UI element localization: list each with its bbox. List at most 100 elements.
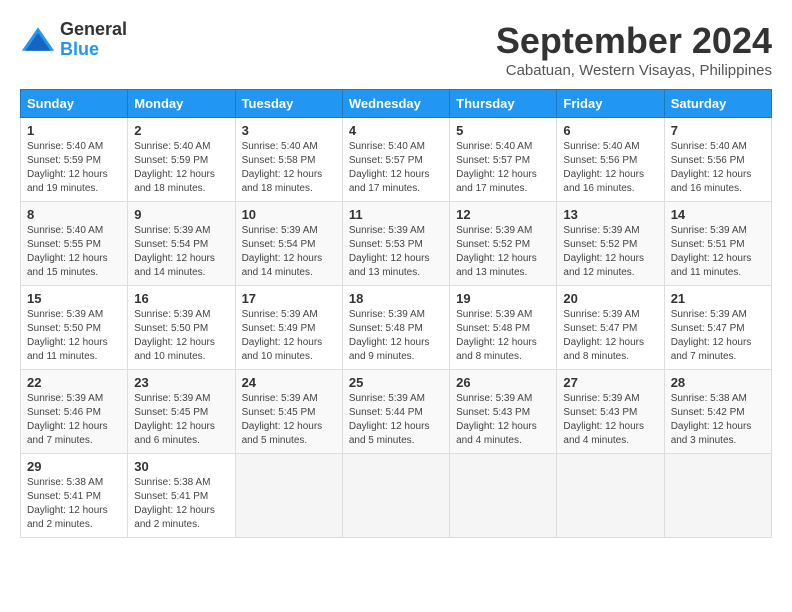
day-number: 15 (27, 291, 121, 306)
header-row: SundayMondayTuesdayWednesdayThursdayFrid… (21, 90, 772, 118)
day-info: Sunrise: 5:38 AM Sunset: 5:41 PM Dayligh… (27, 476, 121, 532)
day-number: 16 (134, 291, 228, 306)
day-info: Sunrise: 5:39 AM Sunset: 5:48 PM Dayligh… (349, 308, 443, 364)
calendar-cell: 8 Sunrise: 5:40 AM Sunset: 5:55 PM Daylig… (21, 202, 128, 286)
day-number: 6 (563, 123, 657, 138)
day-of-week-header: Thursday (450, 90, 557, 118)
day-number: 18 (349, 291, 443, 306)
calendar-cell: 28Sunrise: 5:38 AM Sunset: 5:42 PM Dayli… (664, 370, 771, 454)
day-number: 23 (134, 375, 228, 390)
day-info: Sunrise: 5:39 AM Sunset: 5:43 PM Dayligh… (563, 392, 657, 448)
day-number: 12 (456, 207, 550, 222)
day-number: 30 (134, 459, 228, 474)
day-info: Sunrise: 5:39 AM Sunset: 5:49 PM Dayligh… (242, 308, 336, 364)
day-info: Sunrise: 5:39 AM Sunset: 5:50 PM Dayligh… (27, 308, 121, 364)
calendar-cell: 9Sunrise: 5:39 AM Sunset: 5:54 PM Daylig… (128, 202, 235, 286)
day-number: 2 (134, 123, 228, 138)
day-info: Sunrise: 5:39 AM Sunset: 5:48 PM Dayligh… (456, 308, 550, 364)
day-info: Sunrise: 5:38 AM Sunset: 5:41 PM Dayligh… (134, 476, 228, 532)
day-info: Sunrise: 5:39 AM Sunset: 5:52 PM Dayligh… (563, 224, 657, 280)
calendar-week-row: 29 Sunrise: 5:38 AM Sunset: 5:41 PM Dayli… (21, 454, 772, 538)
calendar-cell: 17 Sunrise: 5:39 AM Sunset: 5:49 PM Dayli… (235, 286, 342, 370)
logo-text: General Blue (60, 20, 127, 60)
day-info: Sunrise: 5:40 AM Sunset: 5:59 PM Dayligh… (134, 140, 228, 196)
logo: General Blue (20, 20, 127, 60)
day-info: Sunrise: 5:39 AM Sunset: 5:44 PM Dayligh… (349, 392, 443, 448)
logo-icon (20, 25, 56, 55)
day-of-week-header: Friday (557, 90, 664, 118)
day-info: Sunrise: 5:39 AM Sunset: 5:54 PM Dayligh… (242, 224, 336, 280)
calendar-cell: 2 Sunrise: 5:40 AM Sunset: 5:59 PM Daylig… (128, 118, 235, 202)
day-number: 25 (349, 375, 443, 390)
month-title: September 2024 (496, 20, 772, 62)
day-of-week-header: Sunday (21, 90, 128, 118)
day-info: Sunrise: 5:40 AM Sunset: 5:58 PM Dayligh… (242, 140, 336, 196)
day-number: 11 (349, 207, 443, 222)
day-number: 27 (563, 375, 657, 390)
calendar-cell: 20Sunrise: 5:39 AM Sunset: 5:47 PM Dayli… (557, 286, 664, 370)
calendar-cell: 22Sunrise: 5:39 AM Sunset: 5:46 PM Dayli… (21, 370, 128, 454)
calendar-cell: 11 Sunrise: 5:39 AM Sunset: 5:53 PM Dayli… (342, 202, 449, 286)
calendar-cell: 27 Sunrise: 5:39 AM Sunset: 5:43 PM Dayli… (557, 370, 664, 454)
day-number: 10 (242, 207, 336, 222)
calendar-cell (235, 454, 342, 538)
page-header: General Blue September 2024 Cabatuan, We… (20, 20, 772, 79)
day-info: Sunrise: 5:40 AM Sunset: 5:57 PM Dayligh… (349, 140, 443, 196)
day-info: Sunrise: 5:40 AM Sunset: 5:59 PM Dayligh… (27, 140, 121, 196)
day-number: 8 (27, 207, 121, 222)
day-number: 20 (563, 291, 657, 306)
day-number: 1 (27, 123, 121, 138)
day-number: 4 (349, 123, 443, 138)
day-number: 9 (134, 207, 228, 222)
calendar-cell: 12 Sunrise: 5:39 AM Sunset: 5:52 PM Dayli… (450, 202, 557, 286)
day-info: Sunrise: 5:39 AM Sunset: 5:47 PM Dayligh… (671, 308, 765, 364)
day-info: Sunrise: 5:40 AM Sunset: 5:55 PM Dayligh… (27, 224, 121, 280)
day-info: Sunrise: 5:38 AM Sunset: 5:42 PM Dayligh… (671, 392, 765, 448)
day-number: 3 (242, 123, 336, 138)
calendar-cell: 14Sunrise: 5:39 AM Sunset: 5:51 PM Dayli… (664, 202, 771, 286)
calendar-cell: 7Sunrise: 5:40 AM Sunset: 5:56 PM Daylig… (664, 118, 771, 202)
calendar-week-row: 22Sunrise: 5:39 AM Sunset: 5:46 PM Dayli… (21, 370, 772, 454)
day-info: Sunrise: 5:39 AM Sunset: 5:43 PM Dayligh… (456, 392, 550, 448)
calendar-cell (557, 454, 664, 538)
calendar-cell: 16 Sunrise: 5:39 AM Sunset: 5:50 PM Dayli… (128, 286, 235, 370)
day-info: Sunrise: 5:39 AM Sunset: 5:45 PM Dayligh… (242, 392, 336, 448)
day-info: Sunrise: 5:40 AM Sunset: 5:56 PM Dayligh… (563, 140, 657, 196)
day-of-week-header: Wednesday (342, 90, 449, 118)
day-number: 17 (242, 291, 336, 306)
day-info: Sunrise: 5:39 AM Sunset: 5:53 PM Dayligh… (349, 224, 443, 280)
day-number: 19 (456, 291, 550, 306)
day-number: 7 (671, 123, 765, 138)
day-number: 26 (456, 375, 550, 390)
day-of-week-header: Saturday (664, 90, 771, 118)
calendar-table: SundayMondayTuesdayWednesdayThursdayFrid… (20, 89, 772, 538)
day-info: Sunrise: 5:40 AM Sunset: 5:57 PM Dayligh… (456, 140, 550, 196)
calendar-cell: 3 Sunrise: 5:40 AM Sunset: 5:58 PM Daylig… (235, 118, 342, 202)
day-info: Sunrise: 5:39 AM Sunset: 5:50 PM Dayligh… (134, 308, 228, 364)
calendar-week-row: 15 Sunrise: 5:39 AM Sunset: 5:50 PM Dayli… (21, 286, 772, 370)
day-number: 21 (671, 291, 765, 306)
calendar-cell: 23 Sunrise: 5:39 AM Sunset: 5:45 PM Dayli… (128, 370, 235, 454)
calendar-cell: 30 Sunrise: 5:38 AM Sunset: 5:41 PM Dayli… (128, 454, 235, 538)
day-number: 24 (242, 375, 336, 390)
calendar-cell: 5 Sunrise: 5:40 AM Sunset: 5:57 PM Daylig… (450, 118, 557, 202)
calendar-cell: 1 Sunrise: 5:40 AM Sunset: 5:59 PM Daylig… (21, 118, 128, 202)
location-subtitle: Cabatuan, Western Visayas, Philippines (496, 62, 772, 79)
day-number: 29 (27, 459, 121, 474)
calendar-cell: 4 Sunrise: 5:40 AM Sunset: 5:57 PM Daylig… (342, 118, 449, 202)
day-of-week-header: Tuesday (235, 90, 342, 118)
calendar-cell: 18 Sunrise: 5:39 AM Sunset: 5:48 PM Dayli… (342, 286, 449, 370)
calendar-cell: 6 Sunrise: 5:40 AM Sunset: 5:56 PM Daylig… (557, 118, 664, 202)
calendar-week-row: 8 Sunrise: 5:40 AM Sunset: 5:55 PM Daylig… (21, 202, 772, 286)
calendar-cell (664, 454, 771, 538)
day-info: Sunrise: 5:39 AM Sunset: 5:45 PM Dayligh… (134, 392, 228, 448)
calendar-cell: 26 Sunrise: 5:39 AM Sunset: 5:43 PM Dayli… (450, 370, 557, 454)
calendar-cell: 15 Sunrise: 5:39 AM Sunset: 5:50 PM Dayli… (21, 286, 128, 370)
calendar-cell: 21 Sunrise: 5:39 AM Sunset: 5:47 PM Dayli… (664, 286, 771, 370)
calendar-cell (450, 454, 557, 538)
calendar-cell (342, 454, 449, 538)
day-number: 5 (456, 123, 550, 138)
calendar-week-row: 1 Sunrise: 5:40 AM Sunset: 5:59 PM Daylig… (21, 118, 772, 202)
day-number: 14 (671, 207, 765, 222)
day-info: Sunrise: 5:39 AM Sunset: 5:52 PM Dayligh… (456, 224, 550, 280)
